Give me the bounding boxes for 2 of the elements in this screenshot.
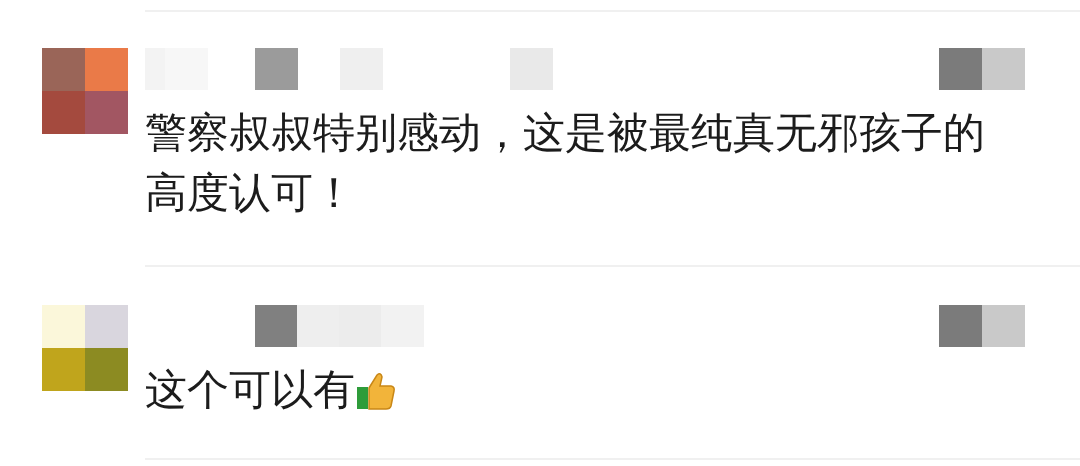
comment-text: 这个可以有: [145, 364, 355, 416]
comment-text: 警察叔叔特别感动，这是被最纯真无邪孩子的高度认可！: [145, 107, 986, 219]
